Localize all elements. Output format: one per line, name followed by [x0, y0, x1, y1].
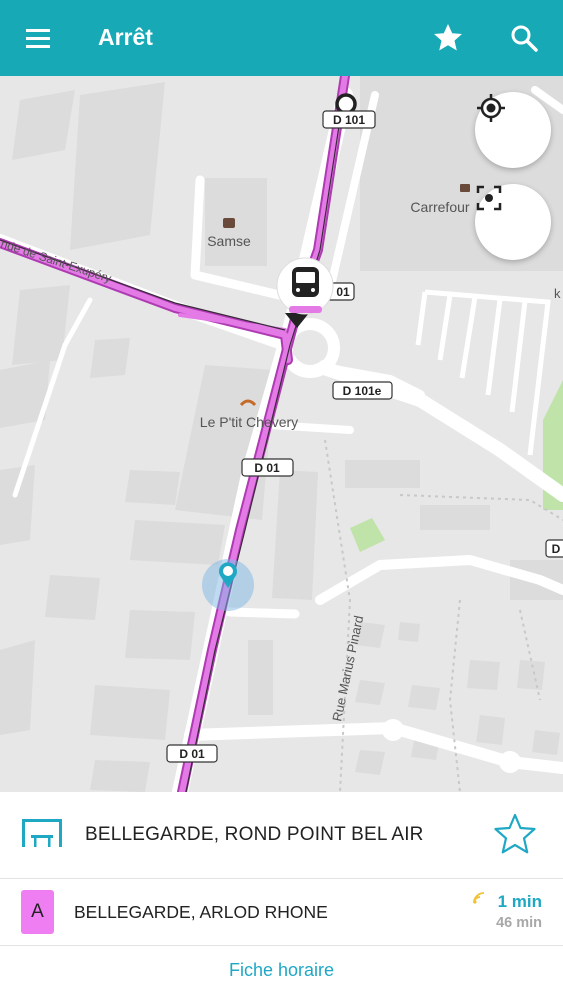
departure-row[interactable]: A BELLEGARDE, ARLOD RHONE 1 min 46 min	[0, 879, 563, 946]
menu-icon[interactable]	[20, 20, 56, 56]
road-label: D	[552, 542, 561, 556]
map-view[interactable]: D 101 D 01 D 101e D 01 D 01 D Samse Carr…	[0, 76, 563, 792]
crosshair-icon	[477, 94, 505, 122]
stop-header: BELLEGARDE, ROND POINT BEL AIR	[0, 792, 563, 879]
next-departure-time: 1 min	[497, 892, 542, 911]
focus-route-button[interactable]	[475, 184, 551, 260]
bus-shelter-icon	[22, 819, 62, 847]
poi-label: Carrefour	[410, 199, 469, 215]
road-label: D 01	[254, 461, 280, 475]
star-icon[interactable]	[430, 20, 466, 56]
road-label: D 101e	[343, 384, 382, 398]
stop-name: BELLEGARDE, ROND POINT BEL AIR	[85, 824, 424, 845]
stop-detail-sheet: BELLEGARDE, ROND POINT BEL AIR A BELLEGA…	[0, 792, 563, 1000]
focus-frame-icon	[476, 185, 502, 211]
realtime-signal-icon	[473, 892, 485, 904]
shop-icon	[223, 218, 235, 228]
road-label: D 01	[179, 747, 205, 761]
star-outline-icon[interactable]	[492, 812, 538, 856]
search-icon[interactable]	[506, 20, 542, 56]
route-stop-marker[interactable]	[335, 93, 357, 115]
destination-label: BELLEGARDE, ARLOD RHONE	[74, 902, 328, 922]
following-departure-time: 46 min	[496, 915, 542, 931]
poi-label: k	[554, 286, 561, 301]
poi-label: Le P'tit Chevery	[200, 414, 298, 430]
schedule-link[interactable]: Fiche horaire	[0, 960, 563, 981]
cart-icon	[460, 184, 470, 192]
street-label: Rue Marius Pinard	[329, 614, 366, 722]
poi-label: Samse	[207, 233, 251, 249]
line-badge: A	[21, 890, 54, 934]
locate-me-button[interactable]	[475, 92, 551, 168]
page-title: Arrêt	[98, 24, 153, 50]
road-label: D 101	[333, 113, 365, 127]
app-bar: Arrêt	[0, 0, 563, 76]
